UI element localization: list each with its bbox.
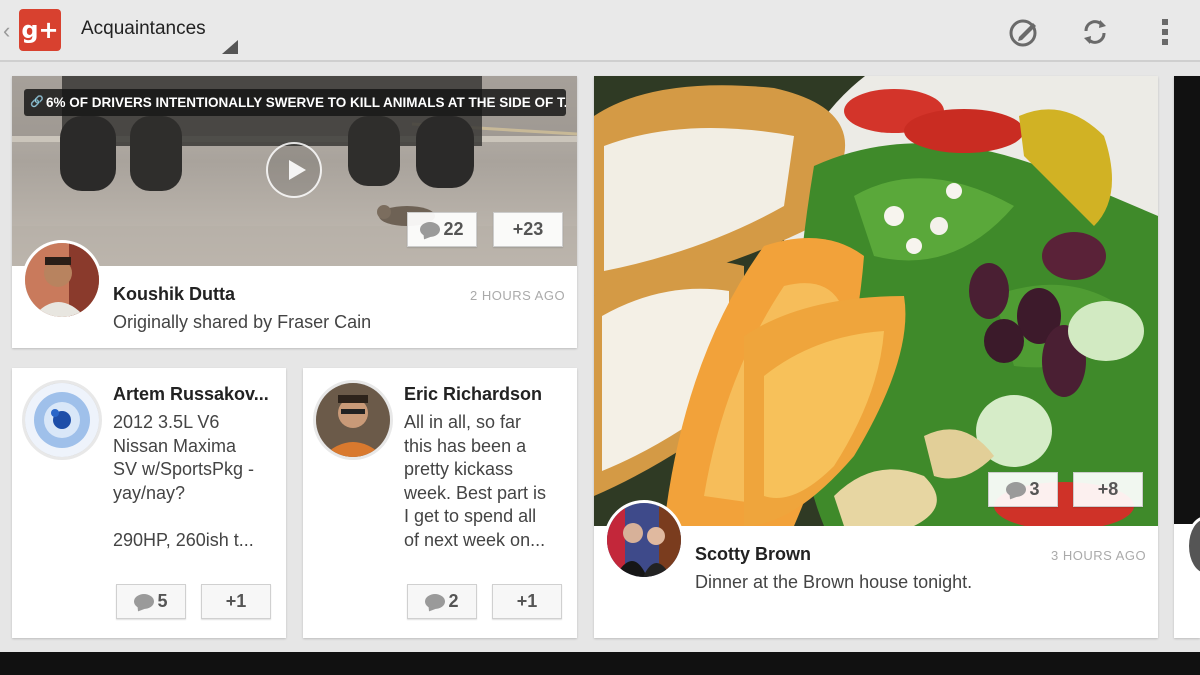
refresh-icon[interactable] [1075, 12, 1115, 52]
plus-one-button[interactable]: +1 [492, 584, 562, 619]
overflow-menu-icon[interactable] [1145, 12, 1185, 52]
comment-bubble-icon [425, 594, 446, 609]
post-card-partial[interactable] [1174, 76, 1200, 638]
comments-button[interactable]: 22 [407, 212, 477, 247]
system-navigation-bar [0, 652, 1200, 675]
avatar[interactable] [22, 240, 102, 320]
post-timestamp: 2 HOURS AGO [470, 288, 566, 303]
comment-count: 22 [443, 219, 464, 239]
comment-count: 2 [448, 591, 459, 611]
post-timestamp: 3 HOURS AGO [1051, 548, 1147, 563]
avatar[interactable] [22, 380, 102, 460]
post-photo[interactable] [1174, 76, 1200, 524]
comments-button[interactable]: 3 [988, 472, 1058, 507]
comment-bubble-icon [134, 594, 155, 609]
avatar[interactable] [1186, 516, 1200, 576]
play-button-icon[interactable] [266, 142, 322, 198]
plus-one-button[interactable]: +23 [493, 212, 563, 247]
link-title-banner[interactable]: 🔗 6% OF DRIVERS INTENTIONALLY SWERVE TO … [24, 89, 566, 116]
comment-count: 3 [1029, 479, 1040, 499]
post-caption: Dinner at the Brown house tonight. [695, 572, 973, 592]
comment-bubble-icon [420, 222, 441, 237]
compose-icon[interactable] [1004, 12, 1044, 52]
comment-count: 5 [157, 591, 168, 611]
google-plus-logo[interactable]: g+ [19, 9, 61, 51]
link-title: 6% OF DRIVERS INTENTIONALLY SWERVE TO KI… [46, 95, 566, 110]
plus-one-button[interactable]: +1 [201, 584, 271, 619]
post-body: 2012 3.5L V6 Nissan Maxima SV w/SportsPk… [113, 412, 255, 550]
author-name[interactable]: Koushik Dutta [113, 284, 235, 305]
back-caret-icon[interactable]: ‹ [3, 18, 10, 44]
comments-button[interactable]: 2 [407, 584, 477, 619]
reshare-attribution[interactable]: Originally shared by Fraser Cain [113, 312, 371, 333]
circle-selector-title[interactable]: Acquaintances [81, 18, 206, 40]
link-icon: 🔗 [30, 96, 44, 108]
post-card-text[interactable]: Artem Russakov... 2012 3.5L V6 Nissan Ma… [12, 368, 286, 638]
comments-button[interactable]: 5 [116, 584, 186, 619]
dropdown-indicator-icon[interactable] [222, 40, 238, 54]
avatar[interactable] [313, 380, 393, 460]
post-card-photo[interactable]: 3 +8 Scotty Brown 3 HOURS AGO Dinner at … [594, 76, 1158, 638]
author-name[interactable]: Artem Russakov... [113, 384, 269, 405]
author-name[interactable]: Eric Richardson [404, 384, 542, 405]
post-photo[interactable] [594, 76, 1158, 526]
comment-bubble-icon [1006, 482, 1027, 497]
post-card-text[interactable]: Eric Richardson All in all, so far this … [303, 368, 577, 638]
action-bar: ‹ g+ Acquaintances [0, 0, 1200, 62]
avatar[interactable] [604, 500, 684, 580]
author-name[interactable]: Scotty Brown [695, 544, 811, 565]
post-body: All in all, so far this has been a prett… [404, 412, 547, 550]
post-card-video[interactable]: 🔗 6% OF DRIVERS INTENTIONALLY SWERVE TO … [12, 76, 577, 348]
plus-one-button[interactable]: +8 [1073, 472, 1143, 507]
